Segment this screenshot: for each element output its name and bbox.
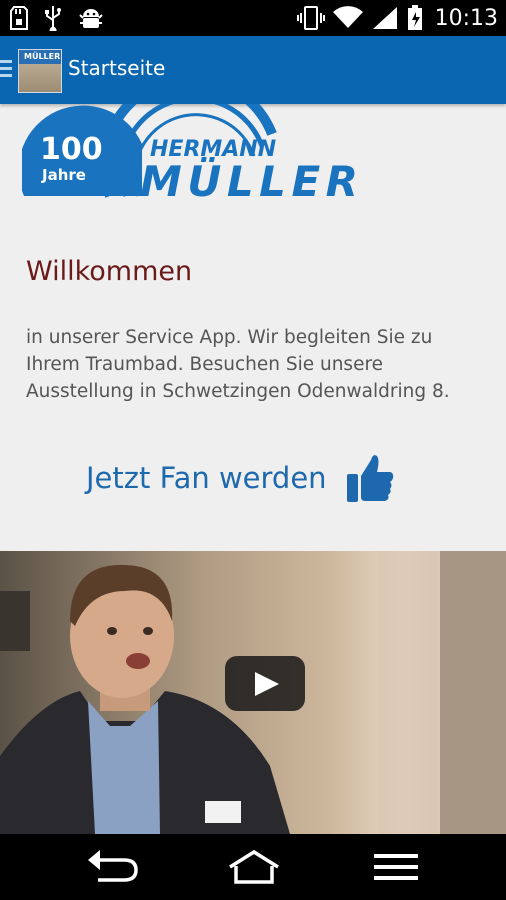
home-icon[interactable] xyxy=(214,842,294,892)
app-icon[interactable]: MÜLLER xyxy=(18,49,62,93)
clock: 10:13 xyxy=(434,5,498,31)
logo-badge-number: 100 xyxy=(40,132,103,167)
android-debug-icon xyxy=(79,9,103,28)
back-icon[interactable] xyxy=(72,842,152,892)
menu-icon[interactable] xyxy=(356,842,436,892)
usb-icon xyxy=(45,6,61,31)
system-nav-bar xyxy=(0,834,506,900)
fan-link[interactable]: Jetzt Fan werden xyxy=(86,448,395,508)
vibrate-icon xyxy=(296,6,325,30)
intro-text: in unserer Service App. Wir begleiten Si… xyxy=(26,327,450,402)
welcome-heading: Willkommen xyxy=(26,256,193,287)
logo-badge-word: Jahre xyxy=(41,166,86,184)
video-player[interactable] xyxy=(0,551,506,834)
fan-link-label[interactable]: Jetzt Fan werden xyxy=(86,461,327,495)
page-title: Startseite xyxy=(68,56,166,80)
thumbs-up-icon[interactable] xyxy=(345,452,395,504)
logo-brand-bottom: MÜLLER xyxy=(140,156,358,204)
play-icon[interactable] xyxy=(225,656,305,711)
battery-icon xyxy=(407,5,422,30)
status-bar: 10:13 xyxy=(0,0,506,36)
sd-card-icon xyxy=(10,6,28,30)
action-bar: MÜLLER Startseite xyxy=(0,36,506,104)
hermann-mueller-logo: 100 Jahre HERMANN MÜLLER xyxy=(22,104,358,204)
drawer-menu-icon[interactable] xyxy=(0,60,12,80)
wifi-icon xyxy=(332,6,363,28)
signal-icon xyxy=(372,7,397,29)
